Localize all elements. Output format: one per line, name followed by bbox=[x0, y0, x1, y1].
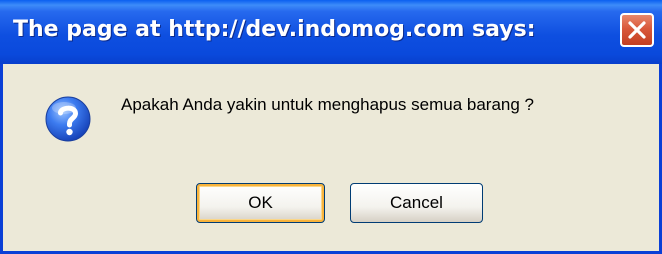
dialog-title: The page at http://dev.indomog.com says: bbox=[13, 17, 536, 42]
close-icon bbox=[628, 21, 646, 39]
ok-button-label: OK bbox=[248, 193, 273, 212]
cancel-button-label: Cancel bbox=[390, 193, 443, 212]
dialog-message: Apakah Anda yakin untuk menghapus semua … bbox=[121, 95, 535, 114]
alert-dialog: The page at http://dev.indomog.com says:… bbox=[0, 0, 662, 254]
close-button[interactable] bbox=[620, 13, 654, 47]
ok-button[interactable]: OK bbox=[196, 183, 325, 223]
question-icon bbox=[45, 96, 91, 142]
cancel-button[interactable]: Cancel bbox=[350, 183, 483, 223]
dialog-titlebar[interactable]: The page at http://dev.indomog.com says: bbox=[0, 0, 662, 64]
